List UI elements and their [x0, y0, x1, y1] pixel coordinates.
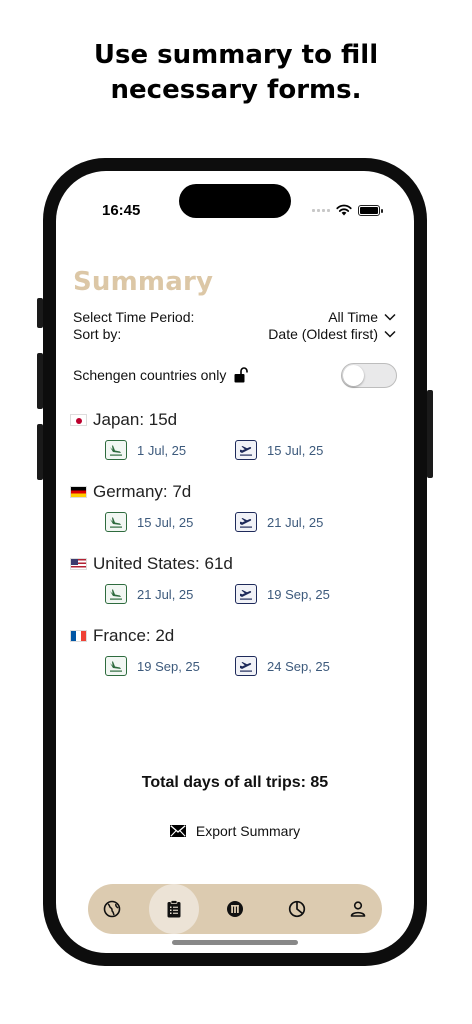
passport-icon	[227, 901, 243, 917]
arrival-date: 15 Jul, 25	[105, 512, 193, 532]
period-dropdown[interactable]: All Time	[328, 309, 396, 325]
trip-country: United States: 61d	[93, 554, 233, 573]
power-button	[427, 390, 433, 478]
departure-date-text: 24 Sep, 25	[267, 658, 330, 674]
phone-frame: 16:45 Summary Select Time Period: All Ti…	[37, 158, 433, 966]
tab-profile[interactable]	[334, 884, 382, 934]
departure-date: 24 Sep, 25	[235, 656, 330, 676]
schengen-toggle[interactable]	[341, 363, 397, 388]
plane-takeoff-icon	[235, 440, 257, 460]
departure-date: 19 Sep, 25	[235, 584, 330, 604]
arrival-date-text: 21 Jul, 25	[137, 586, 194, 602]
trip-country: Japan: 15d	[93, 410, 178, 429]
status-time: 16:45	[102, 202, 141, 219]
departure-date-text: 15 Jul, 25	[267, 442, 324, 458]
trip-card: Japan: 15d 1 Jul, 25 15 Jul, 25	[70, 410, 400, 470]
sort-dropdown[interactable]: Date (Oldest first)	[268, 326, 396, 342]
usa-flag	[70, 558, 87, 570]
headline-line-2: necessary forms.	[110, 75, 362, 105]
status-icons	[312, 204, 383, 216]
period-value: All Time	[328, 309, 378, 325]
trip-title: Germany: 7d	[70, 482, 191, 502]
headline-line-1: Use summary to fill	[93, 40, 379, 70]
page-title: Summary	[73, 267, 214, 297]
tab-globe[interactable]	[88, 884, 136, 934]
volume-up-button	[37, 353, 43, 409]
export-label: Export Summary	[195, 823, 301, 839]
sort-value: Date (Oldest first)	[268, 326, 378, 342]
action-button	[37, 298, 43, 328]
trip-country: France: 2d	[93, 626, 175, 645]
japan-flag	[70, 414, 87, 426]
clipboard-icon	[167, 900, 181, 918]
plane-takeoff-icon	[235, 512, 257, 532]
arrival-date: 1 Jul, 25	[105, 440, 186, 460]
arrival-date-text: 1 Jul, 25	[137, 442, 187, 458]
arrival-date: 19 Sep, 25	[105, 656, 200, 676]
departure-date: 21 Jul, 25	[235, 512, 323, 532]
tab-bar	[88, 884, 382, 934]
trip-card: France: 2d 19 Sep, 25 24 Sep, 25	[70, 626, 400, 686]
departure-date: 15 Jul, 25	[235, 440, 323, 460]
france-flag	[70, 630, 87, 642]
tab-statistics[interactable]	[273, 884, 321, 934]
trip-card: Germany: 7d 15 Jul, 25 21 Jul, 25	[70, 482, 400, 542]
tab-passport[interactable]	[211, 884, 259, 934]
toggle-knob	[343, 365, 364, 386]
schengen-row: Schengen countries only	[73, 367, 249, 383]
dynamic-island	[179, 184, 291, 218]
signal-icon	[312, 208, 330, 212]
export-summary-button[interactable]: Export Summary	[56, 823, 414, 839]
plane-landing-icon	[105, 656, 127, 676]
wifi-icon	[336, 204, 352, 216]
period-label: Select Time Period:	[73, 309, 195, 325]
person-icon	[350, 901, 366, 917]
plane-landing-icon	[105, 440, 127, 460]
chevron-down-icon	[384, 330, 396, 338]
trip-title: United States: 61d	[70, 554, 233, 574]
arrival-date-text: 15 Jul, 25	[137, 514, 194, 530]
trip-title: Japan: 15d	[70, 410, 177, 430]
plane-landing-icon	[105, 512, 127, 532]
volume-down-button	[37, 424, 43, 480]
schengen-label: Schengen countries only	[73, 367, 227, 383]
trip-title: France: 2d	[70, 626, 174, 646]
departure-date-text: 21 Jul, 25	[267, 514, 324, 530]
unlock-icon	[234, 367, 249, 383]
home-indicator	[172, 940, 298, 945]
tab-summary[interactable]	[149, 884, 199, 934]
pie-chart-icon	[288, 900, 306, 918]
chevron-down-icon	[384, 313, 396, 321]
envelope-icon	[169, 825, 186, 837]
germany-flag	[70, 486, 87, 498]
arrival-date: 21 Jul, 25	[105, 584, 193, 604]
promo-headline: Use summary to fill necessary forms.	[0, 38, 472, 108]
plane-takeoff-icon	[235, 584, 257, 604]
arrival-date-text: 19 Sep, 25	[137, 658, 200, 674]
battery-icon	[358, 204, 383, 216]
total-days: Total days of all trips: 85	[141, 774, 329, 791]
trip-country: Germany: 7d	[93, 482, 192, 501]
globe-icon	[103, 900, 121, 918]
plane-takeoff-icon	[235, 656, 257, 676]
app-screen: 16:45 Summary Select Time Period: All Ti…	[56, 171, 414, 953]
departure-date-text: 19 Sep, 25	[267, 586, 330, 602]
sort-label: Sort by:	[73, 326, 122, 342]
trip-card: United States: 61d 21 Jul, 25 19 Sep, 25	[70, 554, 400, 614]
plane-landing-icon	[105, 584, 127, 604]
